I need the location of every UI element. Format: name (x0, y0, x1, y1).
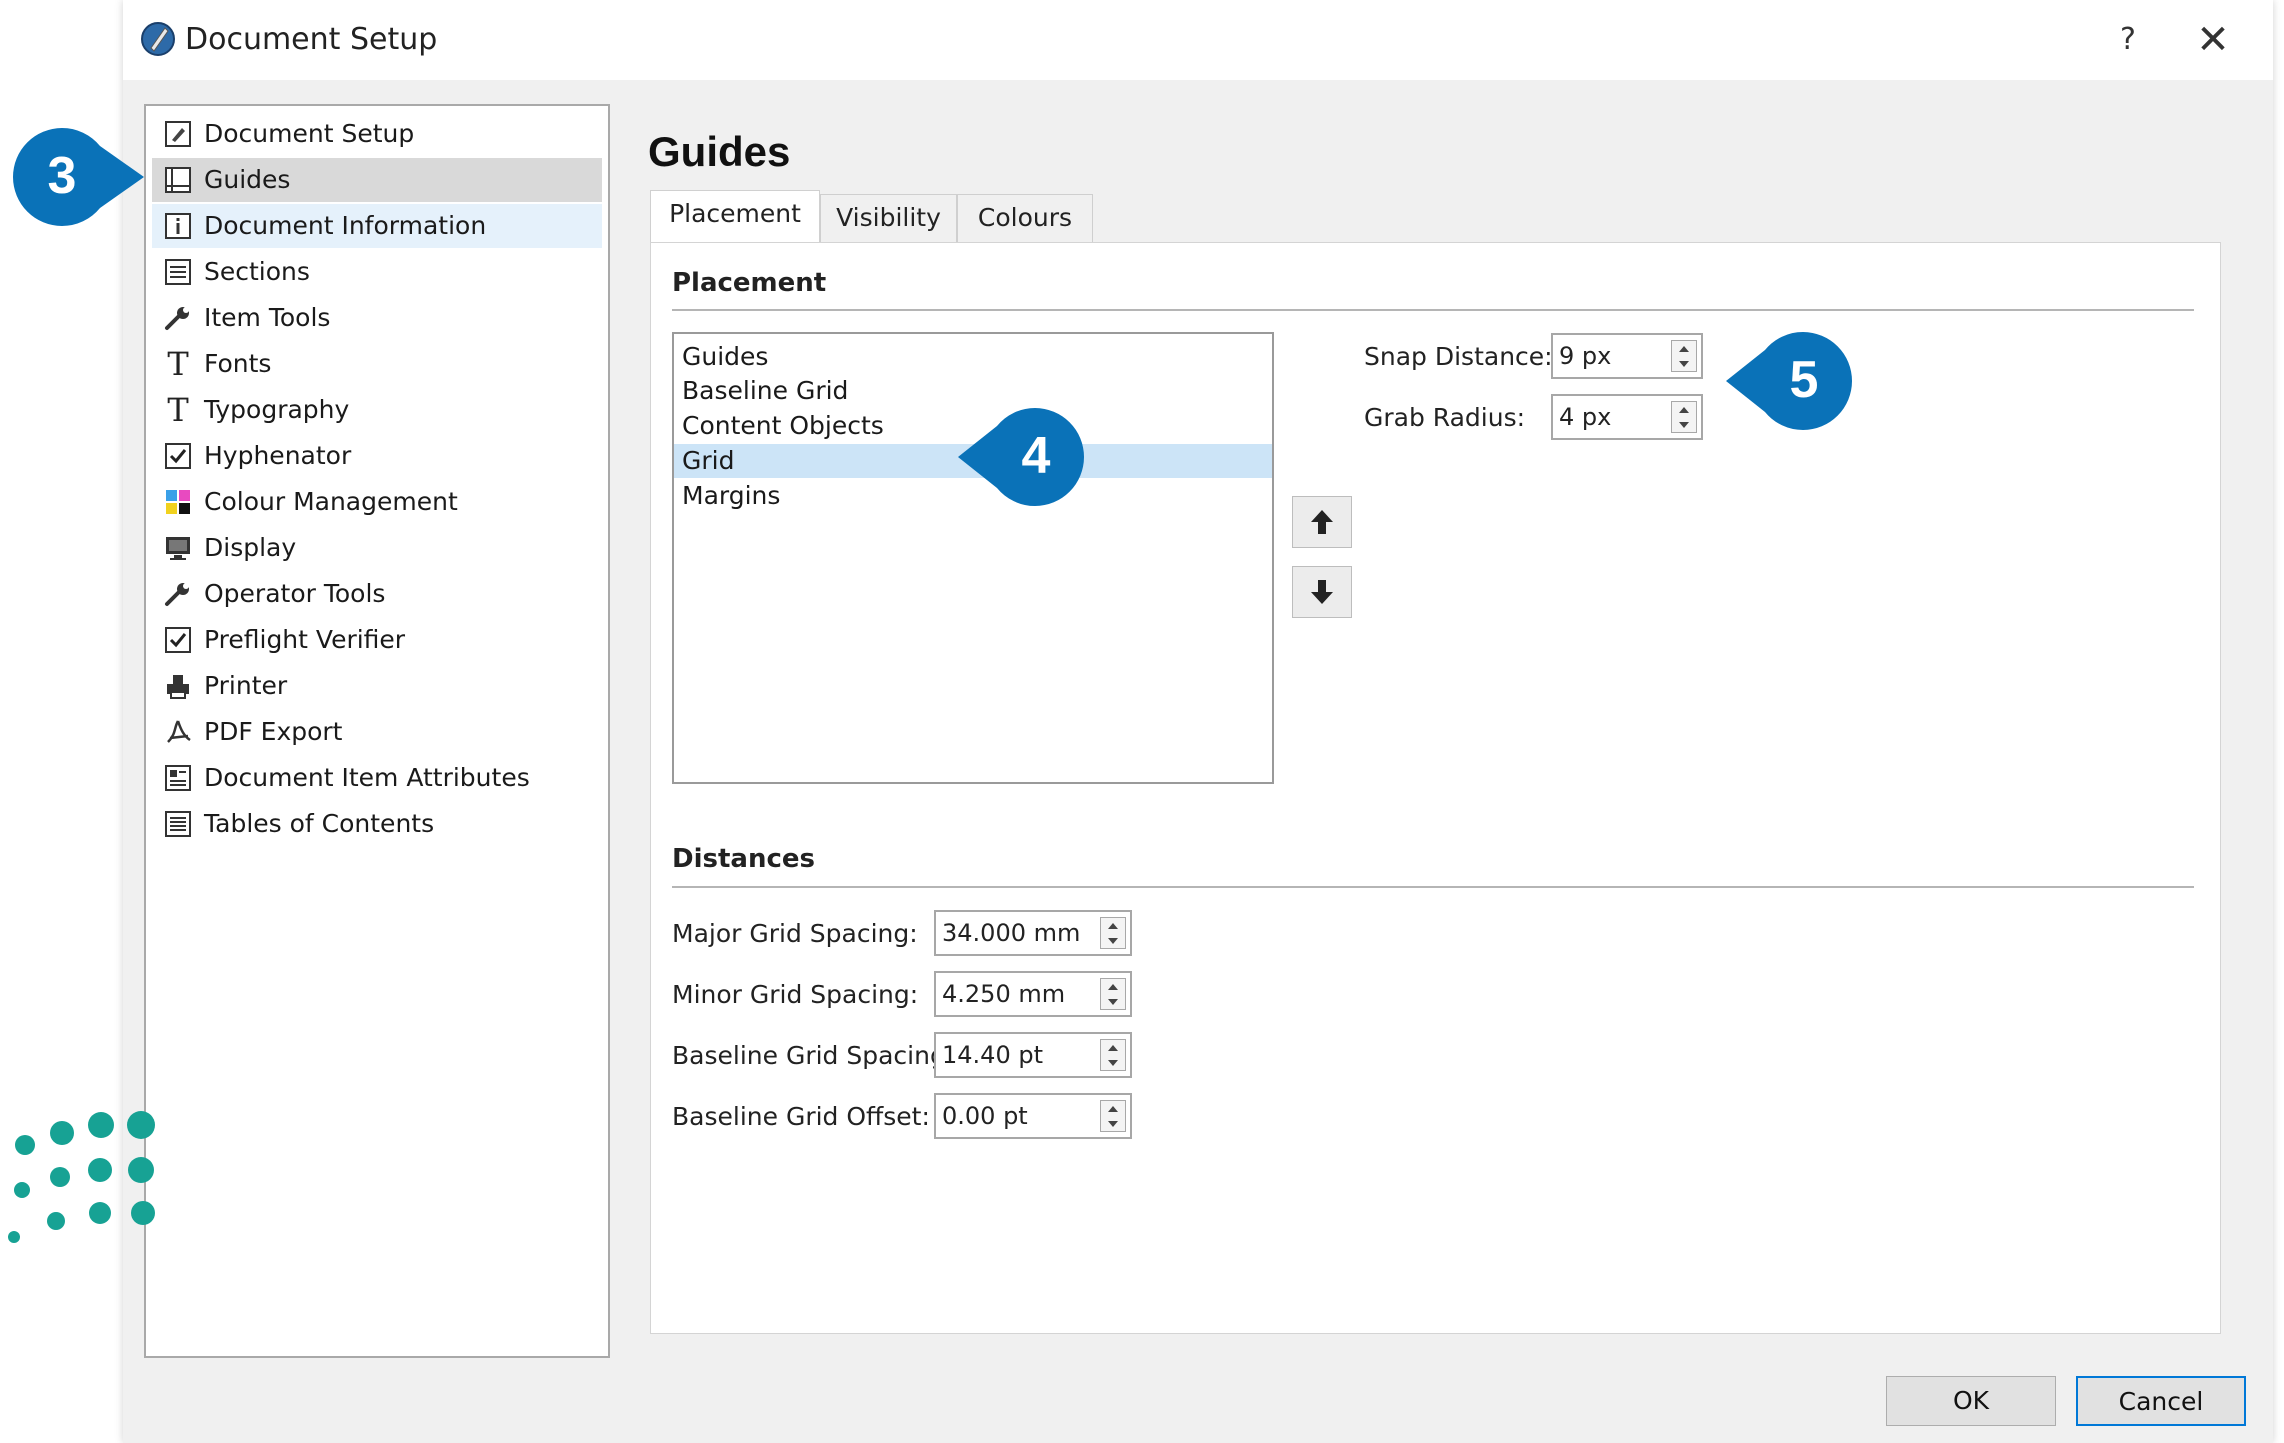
typography-icon: T (167, 391, 189, 429)
sidebar-item-document-setup[interactable]: Document Setup (152, 112, 602, 156)
info-icon (162, 210, 194, 242)
sidebar-item-label: Colour Management (204, 487, 458, 516)
sidebar-item-label: Operator Tools (204, 579, 386, 608)
sidebar-item-label: Guides (204, 165, 291, 194)
sidebar-item-typography[interactable]: T Typography (152, 388, 602, 432)
toc-icon (162, 808, 194, 840)
sidebar-item-label: Printer (204, 671, 288, 700)
list-item[interactable]: Guides (674, 340, 1272, 374)
arrow-down-icon (1311, 580, 1333, 604)
move-up-button[interactable] (1292, 496, 1352, 548)
sidebar-item-printer[interactable]: Printer (152, 664, 602, 708)
tab-placement[interactable]: Placement (650, 190, 820, 244)
baseline-grid-offset-input[interactable]: 0.00 pt (934, 1093, 1132, 1139)
major-grid-spacing-input[interactable]: 34.000 mm (934, 910, 1132, 956)
sidebar-item-label: Tables of Contents (204, 809, 435, 838)
tab-visibility[interactable]: Visibility (820, 194, 957, 242)
sidebar-item-label: Document Setup (204, 119, 415, 148)
sidebar-item-preflight-verifier[interactable]: Preflight Verifier (152, 618, 602, 662)
sidebar-item-tables-of-contents[interactable]: Tables of Contents (152, 802, 602, 846)
sidebar-item-label: Fonts (204, 349, 272, 378)
cancel-button[interactable]: Cancel (2076, 1376, 2246, 1426)
callout-badge-4: 4 (958, 406, 1086, 508)
minor-grid-spacing-input[interactable]: 4.250 mm (934, 971, 1132, 1017)
wrench-icon (162, 302, 194, 334)
major-grid-spacing-label: Major Grid Spacing: (672, 919, 918, 948)
dotted-logo-mark (0, 1095, 170, 1255)
grab-radius-label: Grab Radius: (1364, 403, 1526, 432)
grab-radius-input[interactable]: 4 px (1551, 394, 1703, 440)
spinner-arrows[interactable] (1100, 1100, 1126, 1132)
baseline-grid-offset-label: Baseline Grid Offset: (672, 1102, 930, 1131)
spinner-arrows[interactable] (1671, 401, 1697, 433)
spinner-arrows[interactable] (1100, 978, 1126, 1010)
scribus-app-icon (139, 20, 177, 58)
sidebar-item-document-information[interactable]: Document Information (152, 204, 602, 248)
monitor-icon (162, 532, 194, 564)
baseline-grid-spacing-input[interactable]: 14.40 pt (934, 1032, 1132, 1078)
font-icon: T (167, 345, 189, 383)
ok-button[interactable]: OK (1886, 1376, 2056, 1426)
placement-divider (672, 309, 2194, 311)
sidebar-item-document-item-attributes[interactable]: Document Item Attributes (152, 756, 602, 800)
guide-type-list[interactable]: Guides Baseline Grid Content Objects Gri… (672, 332, 1274, 784)
distances-divider (672, 886, 2194, 888)
callout-badge-3: 3 (10, 126, 146, 228)
distances-section-title: Distances (672, 844, 815, 874)
snap-distance-input[interactable]: 9 px (1551, 333, 1703, 379)
spinner-arrows[interactable] (1100, 1039, 1126, 1071)
sidebar-item-label: Item Tools (204, 303, 331, 332)
document-setup-icon (162, 118, 194, 150)
close-button[interactable]: ✕ (2183, 16, 2243, 64)
sidebar-item-label: Document Information (204, 211, 487, 240)
wrench-icon (162, 578, 194, 610)
window-title: Document Setup (185, 22, 438, 57)
minor-grid-spacing-label: Minor Grid Spacing: (672, 980, 919, 1009)
sections-icon (162, 256, 194, 288)
placement-section-title: Placement (672, 268, 827, 298)
sidebar-item-display[interactable]: Display (152, 526, 602, 570)
attributes-icon (162, 762, 194, 794)
printer-icon (162, 670, 194, 702)
sidebar-item-operator-tools[interactable]: Operator Tools (152, 572, 602, 616)
page-title: Guides (648, 128, 791, 175)
sidebar-item-guides[interactable]: Guides (152, 158, 602, 202)
checkbox-icon (162, 624, 194, 656)
pdf-icon (162, 716, 194, 748)
settings-category-list[interactable]: Document Setup Guides Document Informati… (144, 104, 610, 1358)
color-squares-icon (162, 486, 194, 518)
guides-icon (162, 164, 194, 196)
checkbox-icon (162, 440, 194, 472)
sidebar-item-colour-management[interactable]: Colour Management (152, 480, 602, 524)
sidebar-item-pdf-export[interactable]: PDF Export (152, 710, 602, 754)
spinner-arrows[interactable] (1671, 340, 1697, 372)
snap-distance-label: Snap Distance: (1364, 342, 1553, 371)
sidebar-item-label: Sections (204, 257, 310, 286)
sidebar-item-hyphenator[interactable]: Hyphenator (152, 434, 602, 478)
list-item[interactable]: Baseline Grid (674, 374, 1272, 408)
sidebar-item-fonts[interactable]: T Fonts (152, 342, 602, 386)
tab-colours[interactable]: Colours (957, 194, 1093, 242)
title-bar: Document Setup ? ✕ (123, 0, 2273, 80)
callout-badge-5: 5 (1726, 330, 1854, 432)
sidebar-item-item-tools[interactable]: Item Tools (152, 296, 602, 340)
sidebar-item-label: Document Item Attributes (204, 763, 530, 792)
sidebar-item-label: PDF Export (204, 717, 343, 746)
baseline-grid-spacing-label: Baseline Grid Spacing: (672, 1041, 955, 1070)
help-button[interactable]: ? (2098, 16, 2158, 64)
spinner-arrows[interactable] (1100, 917, 1126, 949)
arrow-up-icon (1311, 510, 1333, 534)
sidebar-item-label: Preflight Verifier (204, 625, 406, 654)
document-setup-dialog: Document Setup ? ✕ Document Setup Guides… (123, 0, 2273, 1443)
sidebar-item-label: Typography (204, 395, 350, 424)
move-down-button[interactable] (1292, 566, 1352, 618)
sidebar-item-label: Hyphenator (204, 441, 352, 470)
sidebar-item-sections[interactable]: Sections (152, 250, 602, 294)
sidebar-item-label: Display (204, 533, 297, 562)
